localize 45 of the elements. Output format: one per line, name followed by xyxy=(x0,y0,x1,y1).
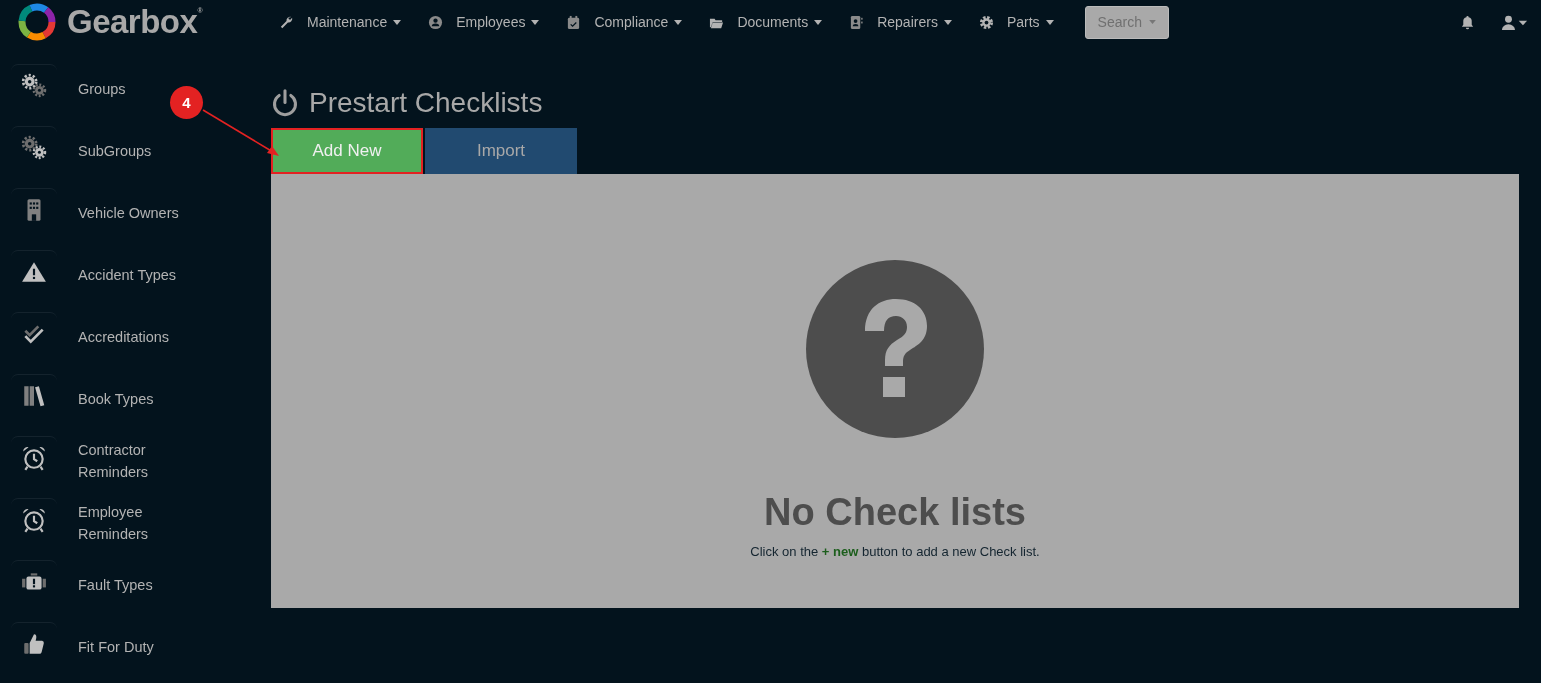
sidebar-item[interactable]: Accident Types xyxy=(11,244,177,306)
empty-state-heading: No Check lists xyxy=(764,491,1026,534)
nav-menu-item[interactable]: Parts xyxy=(978,14,1054,30)
user-menu-icon[interactable] xyxy=(1501,14,1529,30)
sidebar-item[interactable]: Employee Reminders xyxy=(11,492,192,554)
empty-state-message: Click on the + new button to add a new Check list. xyxy=(750,544,1040,559)
alarm-clock-icon xyxy=(21,445,47,471)
sidebar-item[interactable]: SubGroups xyxy=(11,120,152,182)
step-number-badge: 4 xyxy=(170,86,203,119)
sidebar-item[interactable]: Fault Types xyxy=(11,554,153,616)
bell-icon[interactable] xyxy=(1460,14,1475,30)
caret-icon xyxy=(814,19,823,25)
question-mark-icon xyxy=(805,259,985,439)
alarm-clock-icon xyxy=(21,507,47,533)
sidebar-item[interactable]: Accreditations xyxy=(11,306,170,368)
nav-menu-item[interactable]: Maintenance xyxy=(279,14,402,30)
import-button[interactable]: Import xyxy=(425,128,577,174)
sidebar-item[interactable]: Fit For Duty xyxy=(11,616,154,678)
brand-name[interactable]: Gearbox$^{®}$ xyxy=(67,3,203,41)
power-icon xyxy=(271,89,299,117)
sidebar-item[interactable]: Vehicle Owners xyxy=(11,182,179,244)
sidebar-item[interactable]: Groups xyxy=(11,58,126,120)
page-title: Prestart Checklists xyxy=(309,87,543,119)
gears-icon xyxy=(21,135,47,161)
caret-icon xyxy=(943,19,952,25)
person-icon xyxy=(428,14,444,30)
nav-menu-item[interactable]: Compliance xyxy=(566,14,683,30)
wrench-icon xyxy=(279,14,294,30)
caret-icon xyxy=(531,19,540,25)
calendar-icon xyxy=(566,14,582,30)
nav-menu-item[interactable]: Repairers xyxy=(849,14,952,30)
books-icon xyxy=(21,383,47,409)
caret-icon xyxy=(1148,20,1156,24)
caret-icon xyxy=(674,19,683,25)
contact-book-icon xyxy=(849,14,865,30)
logo-icon xyxy=(17,2,57,42)
gears-icon xyxy=(21,73,47,99)
sidebar-item[interactable]: Contractor Reminders xyxy=(11,430,192,492)
thumbs-up-icon xyxy=(21,631,47,657)
sidebar-item[interactable]: Book Types xyxy=(11,368,154,430)
nav-menu-item[interactable]: Employees xyxy=(428,14,540,30)
gear-icon xyxy=(978,14,994,30)
nav-menu-item[interactable]: Documents xyxy=(709,14,823,30)
caret-icon xyxy=(1045,19,1054,25)
caret-icon xyxy=(393,19,402,25)
